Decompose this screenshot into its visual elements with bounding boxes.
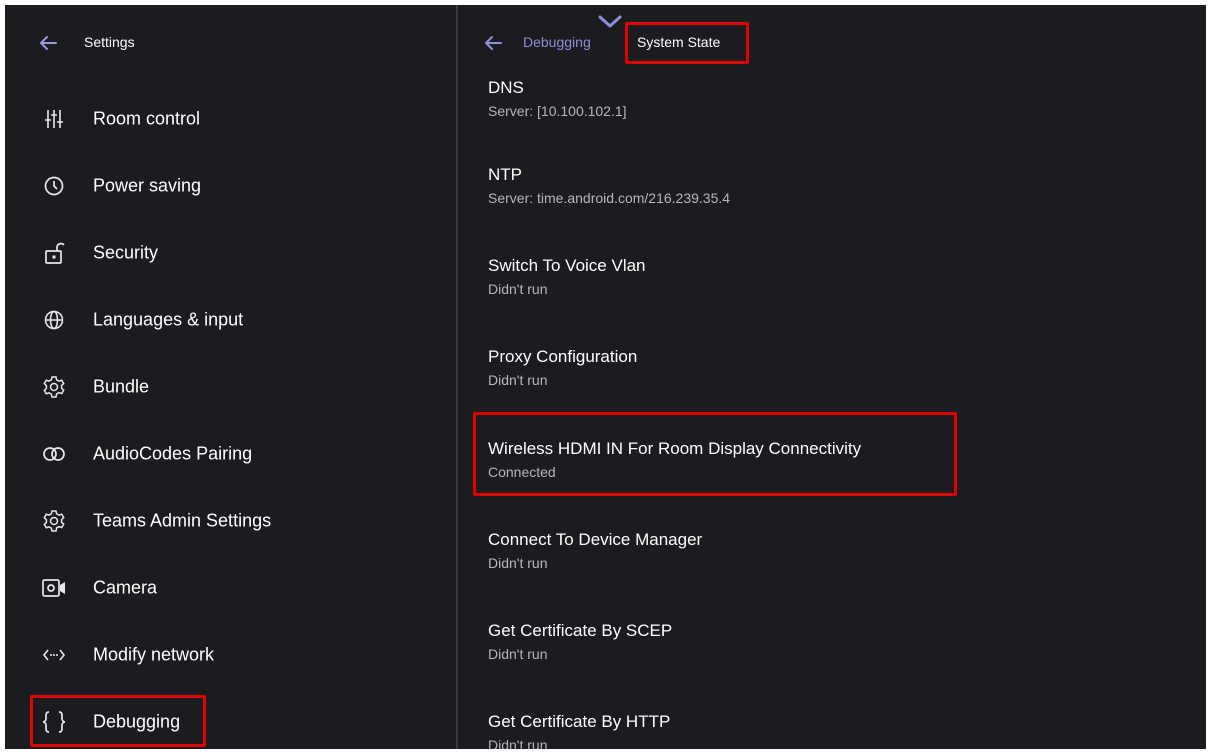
menu-item-label: Bundle [93, 376, 150, 397]
entry-status: Server: [10.100.102.1] [488, 103, 627, 119]
menu-item-label: Power saving [93, 175, 202, 196]
entry-status: Didn't run [488, 737, 548, 749]
list-item[interactable]: Get Certificate By HTTP Didn't run [488, 712, 670, 749]
entry-status: Didn't run [488, 555, 548, 571]
entry-status: Didn't run [488, 372, 548, 388]
sliders-icon [41, 106, 67, 132]
back-arrow-icon[interactable] [38, 33, 58, 53]
unlock-icon [41, 240, 67, 266]
menu-item-modify-network[interactable]: Modify network [5, 625, 456, 685]
settings-title: Settings [84, 34, 135, 50]
wireless-hdmi-highlight-box [473, 412, 957, 496]
system-state-highlight-box [625, 22, 749, 64]
menu-item-label: AudioCodes Pairing [93, 443, 253, 464]
menu-item-teams-admin-settings[interactable]: Teams Admin Settings [5, 491, 456, 551]
menu-item-label: Room control [93, 108, 201, 129]
list-item[interactable]: DNS Server: [10.100.102.1] [488, 78, 627, 119]
entry-title: Get Certificate By SCEP [488, 621, 673, 640]
debugging-highlight-box [30, 695, 206, 747]
list-item[interactable]: Switch To Voice Vlan Didn't run [488, 256, 646, 297]
entry-title: DNS [488, 78, 524, 97]
list-item[interactable]: Get Certificate By SCEP Didn't run [488, 621, 672, 662]
menu-item-languages[interactable]: Languages & input [5, 290, 456, 350]
list-item[interactable]: Connect To Device Manager Didn't run [488, 530, 702, 571]
chevron-down-icon[interactable] [597, 15, 623, 29]
camera-icon [41, 575, 67, 601]
list-item[interactable]: NTP Server: time.android.com/216.239.35.… [488, 165, 730, 206]
entry-title: NTP [488, 165, 522, 184]
pane-divider [456, 5, 458, 749]
menu-item-camera[interactable]: Camera [5, 558, 456, 618]
menu-item-audiocodes-pairing[interactable]: AudioCodes Pairing [5, 424, 456, 484]
gear-icon [41, 508, 67, 534]
entry-title: Connect To Device Manager [488, 530, 703, 549]
entry-status: Didn't run [488, 281, 548, 297]
globe-icon [41, 307, 67, 333]
gear-icon [41, 374, 67, 400]
menu-item-room-control[interactable]: Room control [5, 89, 456, 149]
code-arrows-icon [41, 642, 67, 668]
link-rings-icon [41, 441, 67, 467]
menu-item-label: Teams Admin Settings [93, 510, 272, 531]
entry-title: Switch To Voice Vlan [488, 256, 646, 275]
back-arrow-icon[interactable] [483, 33, 503, 53]
menu-item-label: Security [93, 242, 159, 263]
entry-title: Get Certificate By HTTP [488, 712, 671, 731]
list-item[interactable]: Proxy Configuration Didn't run [488, 347, 637, 388]
menu-item-bundle[interactable]: Bundle [5, 357, 456, 417]
settings-screen: Settings Room control Power saving Secur… [5, 5, 1206, 749]
menu-item-power-saving[interactable]: Power saving [5, 156, 456, 216]
menu-item-label: Languages & input [93, 309, 244, 330]
menu-item-security[interactable]: Security [5, 223, 456, 283]
menu-item-label: Modify network [93, 644, 215, 665]
menu-item-label: Camera [93, 577, 158, 598]
entry-status: Server: time.android.com/216.239.35.4 [488, 190, 731, 206]
entry-status: Didn't run [488, 646, 548, 662]
settings-header: Settings [5, 5, 456, 81]
entry-title: Proxy Configuration [488, 347, 638, 366]
clock-icon [41, 173, 67, 199]
breadcrumb-parent[interactable]: Debugging [523, 34, 591, 50]
